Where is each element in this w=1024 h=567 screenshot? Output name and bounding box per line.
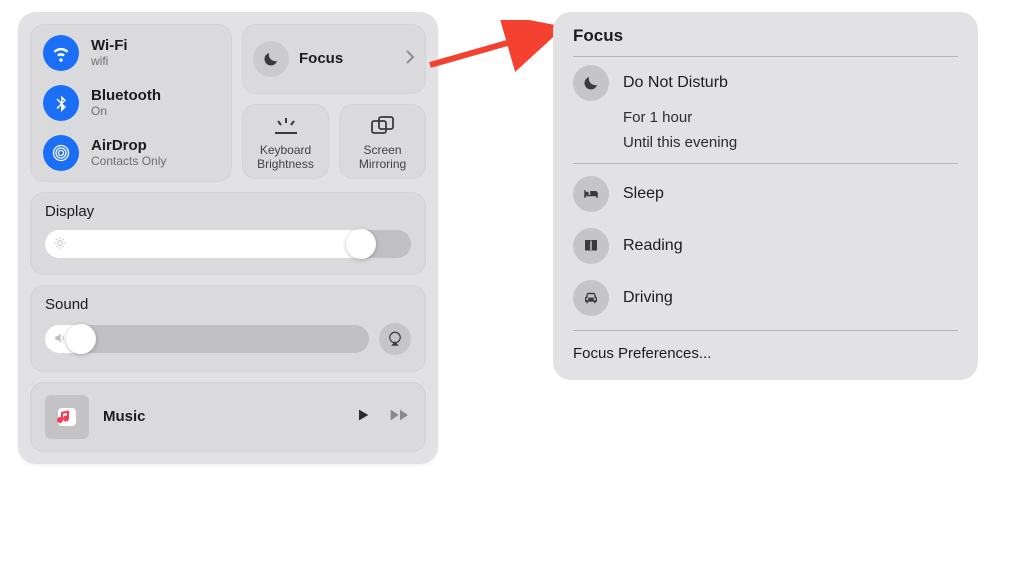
driving-label: Driving (623, 289, 673, 307)
sleep-label: Sleep (623, 185, 664, 203)
screen-mirroring-icon (370, 113, 396, 139)
airplay-audio-icon (386, 330, 404, 348)
reading-item[interactable]: Reading (573, 220, 958, 272)
screen-mirroring-label: Screen Mirroring (344, 144, 421, 172)
play-button[interactable] (355, 407, 371, 428)
bed-icon (573, 176, 609, 212)
keyboard-brightness-label: Keyboard Brightness (247, 144, 324, 172)
wifi-status: wifi (91, 55, 128, 69)
driving-item[interactable]: Driving (573, 272, 958, 324)
display-card: Display (30, 192, 426, 275)
fast-forward-icon (389, 407, 411, 423)
moon-icon (573, 65, 609, 101)
sound-card: Sound (30, 285, 426, 372)
wifi-title: Wi-Fi (91, 37, 128, 54)
chevron-right-icon (405, 49, 415, 70)
music-app-artwork (45, 395, 89, 439)
sound-slider[interactable] (45, 325, 369, 353)
bluetooth-item[interactable]: Bluetooth On (43, 85, 219, 121)
dnd-item[interactable]: Do Not Disturb (573, 57, 958, 109)
moon-icon (253, 41, 289, 77)
now-playing-card[interactable]: Music (30, 382, 426, 452)
airdrop-item[interactable]: AirDrop Contacts Only (43, 135, 219, 171)
airdrop-icon (43, 135, 79, 171)
focus-label: Focus (299, 50, 343, 67)
next-button[interactable] (389, 407, 411, 428)
focus-popover: Focus Do Not Disturb For 1 hour Until th… (553, 12, 978, 380)
keyboard-brightness-icon (271, 113, 301, 139)
bluetooth-icon (43, 85, 79, 121)
play-icon (355, 407, 371, 423)
car-icon (573, 280, 609, 316)
music-note-icon (55, 405, 79, 429)
display-slider-thumb[interactable] (346, 229, 376, 259)
book-icon (573, 228, 609, 264)
sound-slider-thumb[interactable] (66, 324, 96, 354)
wifi-item[interactable]: Wi-Fi wifi (43, 35, 219, 71)
speaker-icon (53, 331, 67, 348)
airdrop-text: AirDrop Contacts Only (91, 137, 166, 168)
wifi-icon (43, 35, 79, 71)
sleep-item[interactable]: Sleep (573, 168, 958, 220)
display-slider[interactable] (45, 230, 411, 258)
bluetooth-status: On (91, 105, 161, 119)
bluetooth-title: Bluetooth (91, 87, 161, 104)
sun-icon (53, 236, 67, 253)
display-label: Display (45, 203, 411, 220)
focus-button[interactable]: Focus (242, 24, 426, 94)
screen-mirroring-tile[interactable]: Screen Mirroring (339, 104, 426, 179)
dnd-label: Do Not Disturb (623, 74, 728, 92)
dnd-option-until-evening[interactable]: Until this evening (623, 134, 958, 151)
airdrop-status: Contacts Only (91, 155, 166, 169)
dnd-option-1hour[interactable]: For 1 hour (623, 109, 958, 126)
airdrop-title: AirDrop (91, 137, 166, 154)
bluetooth-text: Bluetooth On (91, 87, 161, 118)
wifi-text: Wi-Fi wifi (91, 37, 128, 68)
arrow-annotation (425, 20, 570, 80)
reading-label: Reading (623, 237, 683, 255)
airplay-audio-button[interactable] (379, 323, 411, 355)
connectivity-card: Wi-Fi wifi Bluetooth On AirDrop (30, 24, 232, 182)
keyboard-brightness-tile[interactable]: Keyboard Brightness (242, 104, 329, 179)
focus-popover-title: Focus (573, 26, 958, 57)
sound-label: Sound (45, 296, 411, 313)
control-center-panel: Wi-Fi wifi Bluetooth On AirDrop (18, 12, 438, 464)
focus-preferences-link[interactable]: Focus Preferences... (573, 339, 958, 364)
music-label: Music (103, 408, 146, 425)
